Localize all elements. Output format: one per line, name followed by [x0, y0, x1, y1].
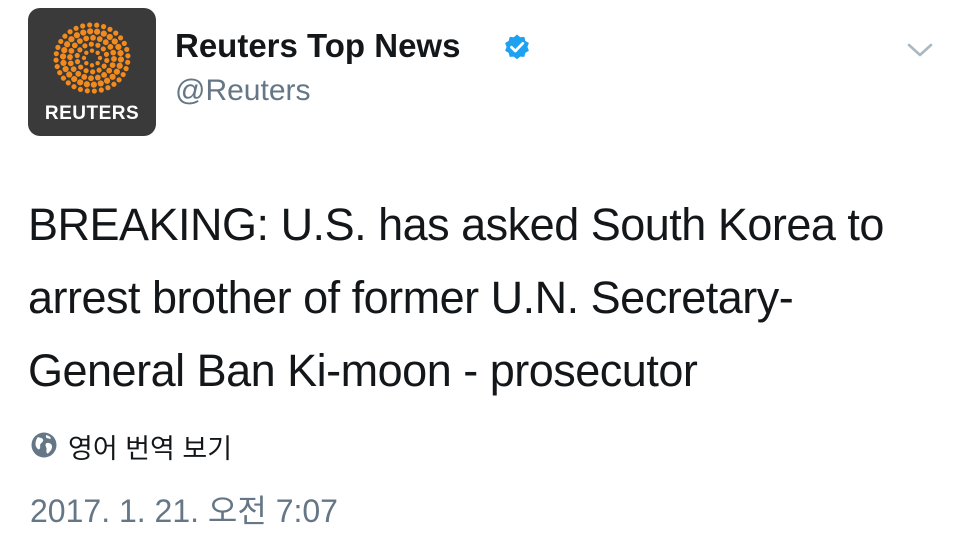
translate-label[interactable]: 영어 번역 보기: [68, 427, 232, 466]
tweet-timestamp[interactable]: 2017. 1. 21. 오전 7:07: [30, 486, 338, 532]
avatar[interactable]: REUTERS: [28, 8, 156, 136]
tweet-text-line: BREAKING: U.S. has asked South Korea to: [28, 199, 884, 250]
tweet-text: BREAKING: U.S. has asked South Korea to …: [28, 188, 943, 407]
chevron-down-icon[interactable]: [905, 40, 935, 60]
tweet-card: REUTERS Reuters Top News @Reuters BREAKI…: [0, 0, 960, 544]
avatar-logo-label: REUTERS: [44, 103, 140, 124]
tweet-text-line: arrest brother of former U.N. Secretary-: [28, 272, 794, 323]
author-handle[interactable]: @Reuters: [175, 74, 311, 108]
tweet-text-line: General Ban Ki-moon - prosecutor: [28, 345, 698, 396]
author-display-name[interactable]: Reuters Top News: [175, 27, 460, 65]
verified-badge-icon: [505, 34, 529, 60]
globe-icon: [31, 432, 57, 458]
